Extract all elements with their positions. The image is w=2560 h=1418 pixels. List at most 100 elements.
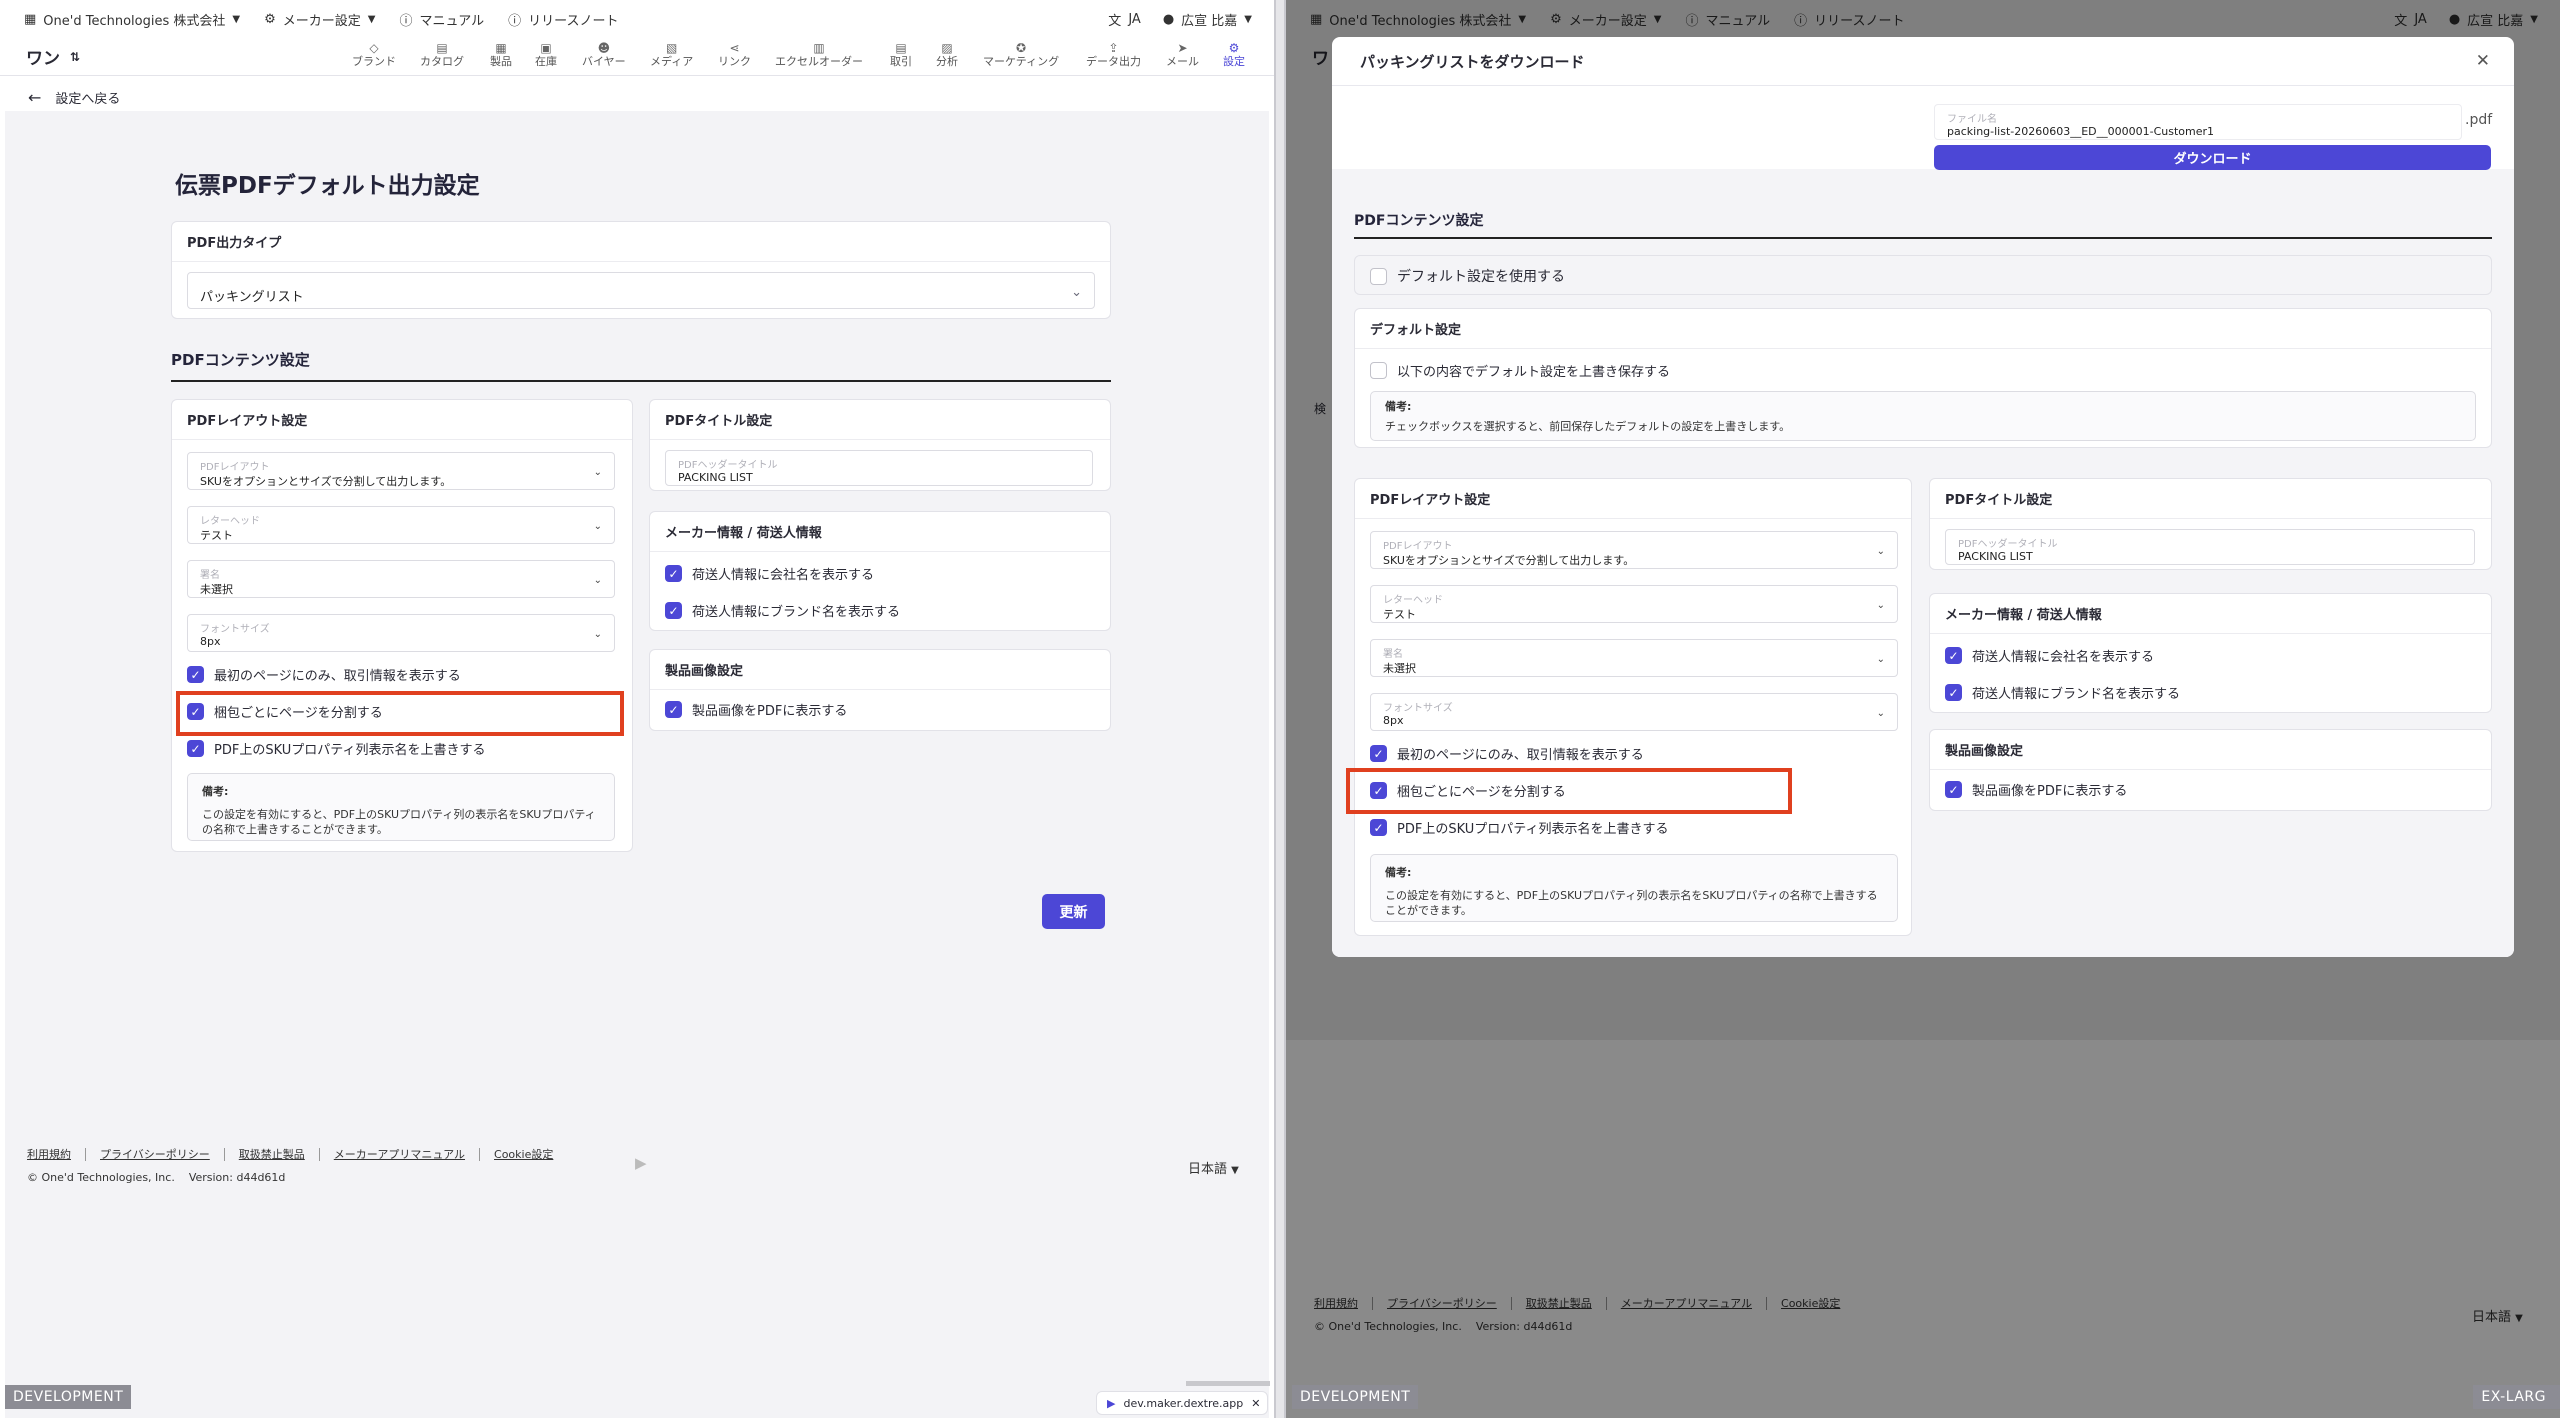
check-icon: ✓ (1370, 745, 1387, 762)
language-label: JA (1128, 11, 1141, 27)
nav-label: ブランド (352, 55, 396, 68)
content-area: 伝票PDFデフォルト出力設定 PDF出力タイプ パッキングリスト ⌄ PDFコン… (5, 111, 1269, 1418)
manual-link[interactable]: ⓘ マニュアル (399, 10, 484, 29)
field-label: PDFレイアウト (1383, 541, 1453, 552)
use-default-card: デフォルト設定を使用する (1354, 255, 2492, 295)
title-settings-heading: PDFタイトル設定 (650, 400, 1110, 440)
footer-link-privacy[interactable]: プライバシーポリシー (100, 1148, 225, 1161)
show-company-name-checkbox[interactable]: ✓ 荷送人情報に会社名を表示する (1945, 646, 2154, 665)
nav-settings[interactable]: ⚙ 設定 (1223, 41, 1245, 69)
footer-link-prohibited[interactable]: 取扱禁止製品 (238, 1148, 320, 1161)
company-switcher[interactable]: ▦ One'd Technologies 株式会社 ▼ (24, 10, 240, 29)
layout-select[interactable]: PDFレイアウト SKUをオプションとサイズで分割して出力します。 ⌄ (187, 452, 615, 490)
download-button[interactable]: ダウンロード (1934, 145, 2491, 170)
maker-info-heading: メーカー情報 / 荷送人情報 (1930, 594, 2491, 634)
language-switcher[interactable]: 文 JA (1108, 10, 1141, 29)
footer-language-select[interactable]: 日本語 ▼ (1188, 1158, 1239, 1177)
header-title-input[interactable]: PDFヘッダータイトル PACKING LIST (665, 450, 1093, 486)
field-value: PACKING LIST (1958, 550, 2033, 563)
nav-label: メール (1166, 55, 1199, 68)
checkbox-label: PDF上のSKUプロパティ列表示名を上書きする (214, 743, 486, 758)
nav-products[interactable]: ▦ 製品 (490, 42, 512, 69)
nav-mail[interactable]: ➤ メール (1166, 41, 1199, 69)
development-tag: DEVELOPMENT (1292, 1385, 1419, 1409)
title-settings-card: PDFタイトル設定 PDFヘッダータイトル PACKING LIST (649, 399, 1111, 491)
output-type-card: PDF出力タイプ パッキングリスト ⌄ (171, 221, 1111, 319)
chevron-down-icon: ⌄ (593, 521, 602, 532)
output-type-select[interactable]: パッキングリスト ⌄ (187, 272, 1095, 309)
nav-marketing[interactable]: ✪ マーケティング (983, 41, 1060, 69)
send-icon: ➤ (1177, 41, 1188, 55)
nav-media[interactable]: ▧ メディア (650, 42, 693, 69)
show-company-name-checkbox[interactable]: ✓ 荷送人情報に会社名を表示する (665, 564, 874, 583)
export-icon: ⇪ (1108, 41, 1119, 55)
show-brand-name-checkbox[interactable]: ✓ 荷送人情報にブランド名を表示する (1945, 683, 2180, 702)
megaphone-icon: ✪ (1016, 41, 1027, 55)
user-icon: ● (1162, 11, 1175, 27)
modal-backdrop-lower[interactable] (1286, 1040, 2560, 1418)
logo-text: ワン (26, 49, 60, 69)
letterhead-select[interactable]: レターヘッド テスト ⌄ (1370, 585, 1898, 623)
nav-link[interactable]: ⋖ リンク (718, 42, 751, 69)
release-notes-link[interactable]: ⓘ リリースノート (508, 10, 618, 29)
first-page-only-checkbox[interactable]: ✓ 最初のページにのみ、取引情報を表示する (1370, 744, 1644, 763)
field-label: PDFレイアウト (200, 462, 270, 473)
font-size-select[interactable]: フォントサイズ 8px ⌄ (187, 614, 615, 652)
field-label: フォントサイズ (200, 624, 270, 635)
nav-label: カタログ (420, 55, 464, 68)
pdf-contents-heading: PDFコンテンツ設定 (1354, 213, 1484, 229)
nav-catalog[interactable]: ▤ カタログ (420, 42, 464, 69)
footer-link-terms[interactable]: 利用規約 (27, 1148, 86, 1161)
check-icon: ✓ (1945, 781, 1962, 798)
footer-link-manual[interactable]: メーカーアプリマニュアル (333, 1148, 481, 1161)
maker-info-card: メーカー情報 / 荷送人情報 ✓ 荷送人情報に会社名を表示する ✓ 荷送人情報にブラ… (649, 511, 1111, 631)
check-icon: ✓ (1945, 684, 1962, 701)
letterhead-select[interactable]: レターヘッド テスト ⌄ (187, 506, 615, 544)
gear-icon: ⚙ (1228, 41, 1240, 55)
nav-analytics[interactable]: ▨ 分析 (936, 42, 958, 69)
nav-excel-order[interactable]: ▥ エクセルオーダー (775, 42, 863, 69)
nav-inventory[interactable]: ▣ 在庫 (535, 42, 557, 69)
font-size-select[interactable]: フォントサイズ 8px ⌄ (1370, 693, 1898, 731)
development-tag: DEVELOPMENT (5, 1385, 132, 1409)
field-value: テスト (1383, 608, 1416, 621)
use-default-checkbox[interactable]: デフォルト設定を使用する (1370, 266, 1565, 286)
field-value: 未選択 (1383, 662, 1416, 675)
note-title: 備考: (202, 785, 229, 798)
close-icon[interactable]: ✕ (2476, 51, 2490, 71)
nav-label: マーケティング (983, 55, 1060, 68)
note-text: この設定を有効にすると、PDF上のSKUプロパティ列の表示名をSKUプロパティの… (1385, 889, 1878, 917)
maker-settings-menu[interactable]: ⚙ メーカー設定 ▼ (264, 10, 375, 29)
product-image-card: 製品画像設定 ✓ 製品画像をPDFに表示する (649, 649, 1111, 731)
nav-buyers[interactable]: ☻ バイヤー (582, 42, 626, 69)
layout-heading: PDFレイアウト設定 (172, 400, 632, 440)
default-note: 備考: チェックボックスを選択すると、前回保存したデフォルトの設定を上書きします。 (1370, 391, 2476, 441)
show-product-image-checkbox[interactable]: ✓ 製品画像をPDFに表示する (1945, 780, 2127, 799)
nav-brand[interactable]: ◇ ブランド (352, 42, 396, 69)
update-button[interactable]: 更新 (1042, 894, 1105, 929)
filename-input[interactable]: ファイル名 packing-list-20260603__ED__000001-C… (1934, 104, 2462, 140)
signature-select[interactable]: 署名 未選択 ⌄ (1370, 639, 1898, 677)
scrollbar[interactable] (1186, 1381, 1270, 1386)
header-title-input[interactable]: PDFヘッダータイトル PACKING LIST (1945, 529, 2475, 565)
layout-card: PDFレイアウト設定 PDFレイアウト SKUをオプションとサイズで分割して出力し… (1354, 478, 1912, 936)
close-icon[interactable]: ✕ (1251, 1397, 1260, 1410)
first-page-only-checkbox[interactable]: ✓ 最初のページにのみ、取引情報を表示する (187, 665, 461, 684)
override-sku-property-checkbox[interactable]: ✓ PDF上のSKUプロパティ列表示名を上書きする (1370, 818, 1669, 837)
play-icon: ▶ (635, 1154, 647, 1172)
show-brand-name-checkbox[interactable]: ✓ 荷送人情報にブランド名を表示する (665, 601, 900, 620)
nav-data-export[interactable]: ⇪ データ出力 (1086, 41, 1141, 69)
show-product-image-checkbox[interactable]: ✓ 製品画像をPDFに表示する (665, 700, 847, 719)
overwrite-default-checkbox[interactable]: 以下の内容でデフォルト設定を上書き保存する (1370, 361, 1670, 380)
signature-select[interactable]: 署名 未選択 ⌄ (187, 560, 615, 598)
footer-link-cookie[interactable]: Cookie設定 (494, 1148, 567, 1161)
layout-select[interactable]: PDFレイアウト SKUをオプションとサイズで分割して出力します。 ⌄ (1370, 531, 1898, 569)
user-menu[interactable]: ● 広宣 比嘉 ▼ (1163, 10, 1252, 29)
version-text: Version: d44d61d (188, 1171, 286, 1184)
nav-transactions[interactable]: ▤ 取引 (890, 42, 912, 69)
info-icon: ⓘ (508, 13, 522, 29)
override-sku-property-checkbox[interactable]: ✓ PDF上のSKUプロパティ列表示名を上書きする (187, 739, 486, 758)
logo-switcher[interactable]: ワン ⇅ (26, 44, 80, 69)
back-label: 設定へ戻る (55, 92, 121, 107)
back-to-settings[interactable]: ← 設定へ戻る (28, 88, 120, 107)
